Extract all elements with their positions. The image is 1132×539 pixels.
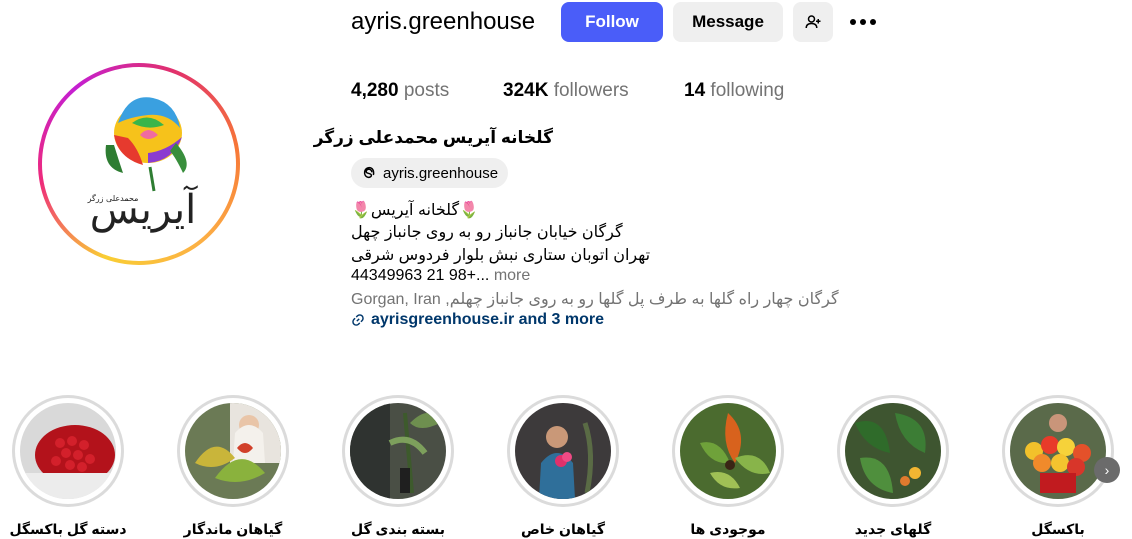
highlight-thumbnail bbox=[515, 403, 611, 499]
highlight-thumbnail bbox=[185, 403, 281, 499]
message-button[interactable]: Message bbox=[673, 2, 783, 42]
svg-text:محمدعلی زرگر: محمدعلی زرگر bbox=[87, 193, 139, 203]
bio-line-2: گرگان خیابان جانباز رو به روی جانباز چهل bbox=[351, 224, 623, 241]
highlight-1[interactable] bbox=[12, 395, 124, 507]
highlight-thumbnail bbox=[845, 403, 941, 499]
highlights-next-button[interactable]: › bbox=[1094, 457, 1120, 483]
link-icon bbox=[352, 314, 364, 326]
threads-icon bbox=[363, 166, 375, 179]
highlight-7[interactable] bbox=[1002, 395, 1114, 507]
highlight-3[interactable] bbox=[342, 395, 454, 507]
highlight-5[interactable] bbox=[672, 395, 784, 507]
followers-stat[interactable]: 324K followers bbox=[503, 80, 629, 102]
more-link[interactable]: more bbox=[494, 267, 530, 284]
profile-full-name: گلخانه آیریس محمدعلی زرگر bbox=[313, 128, 553, 147]
location-text[interactable]: Gorgan, Iran ,گرگان چهار راه گلها به طرف… bbox=[351, 289, 839, 309]
avatar-logo-text: آیریس bbox=[90, 185, 198, 233]
highlight-4[interactable] bbox=[507, 395, 619, 507]
highlight-label: موجودی ها bbox=[690, 521, 766, 537]
threads-badge[interactable]: ayris.greenhouse bbox=[351, 158, 509, 188]
highlight-label: باکسگل bbox=[1031, 521, 1085, 537]
following-stat[interactable]: 14 following bbox=[684, 80, 784, 102]
bio-line-4: 44349963 21 98+... more bbox=[351, 267, 531, 284]
profile-link[interactable]: ayrisgreenhouse.ir and 3 more bbox=[351, 311, 604, 329]
profile-username: ayris.greenhouse bbox=[351, 8, 536, 35]
ellipsis-icon bbox=[850, 19, 876, 25]
highlight-label: گلهای جدید bbox=[854, 521, 932, 537]
highlight-label: گیاهان ماندگار bbox=[183, 521, 283, 537]
highlight-label: دسته گل باکسگل bbox=[9, 521, 127, 537]
posts-stat: 4,280 posts bbox=[351, 80, 450, 101]
highlight-label: بسته بندی گل bbox=[350, 521, 445, 537]
highlight-thumbnail bbox=[680, 403, 776, 499]
suggest-users-button[interactable] bbox=[793, 2, 833, 42]
avatar-image: آیریس محمدعلی زرگر bbox=[48, 73, 230, 255]
highlight-6[interactable] bbox=[837, 395, 949, 507]
follow-button[interactable]: Follow bbox=[561, 2, 663, 42]
highlight-thumbnail bbox=[1010, 403, 1106, 499]
bio-line-1: 🌷گلخانه آیریس🌷 bbox=[351, 202, 480, 219]
person-plus-icon bbox=[805, 15, 821, 29]
highlight-thumbnail bbox=[20, 403, 116, 499]
highlight-thumbnail bbox=[350, 403, 446, 499]
chevron-right-icon: › bbox=[1104, 462, 1110, 478]
highlight-label: گیاهان خاص bbox=[520, 521, 606, 537]
options-button[interactable] bbox=[845, 2, 881, 42]
bio-line-3: تهران اتوبان ستاری نبش بلوار فردوس شرقی bbox=[351, 247, 651, 264]
profile-avatar[interactable]: آیریس محمدعلی زرگر bbox=[38, 63, 240, 265]
highlight-2[interactable] bbox=[177, 395, 289, 507]
